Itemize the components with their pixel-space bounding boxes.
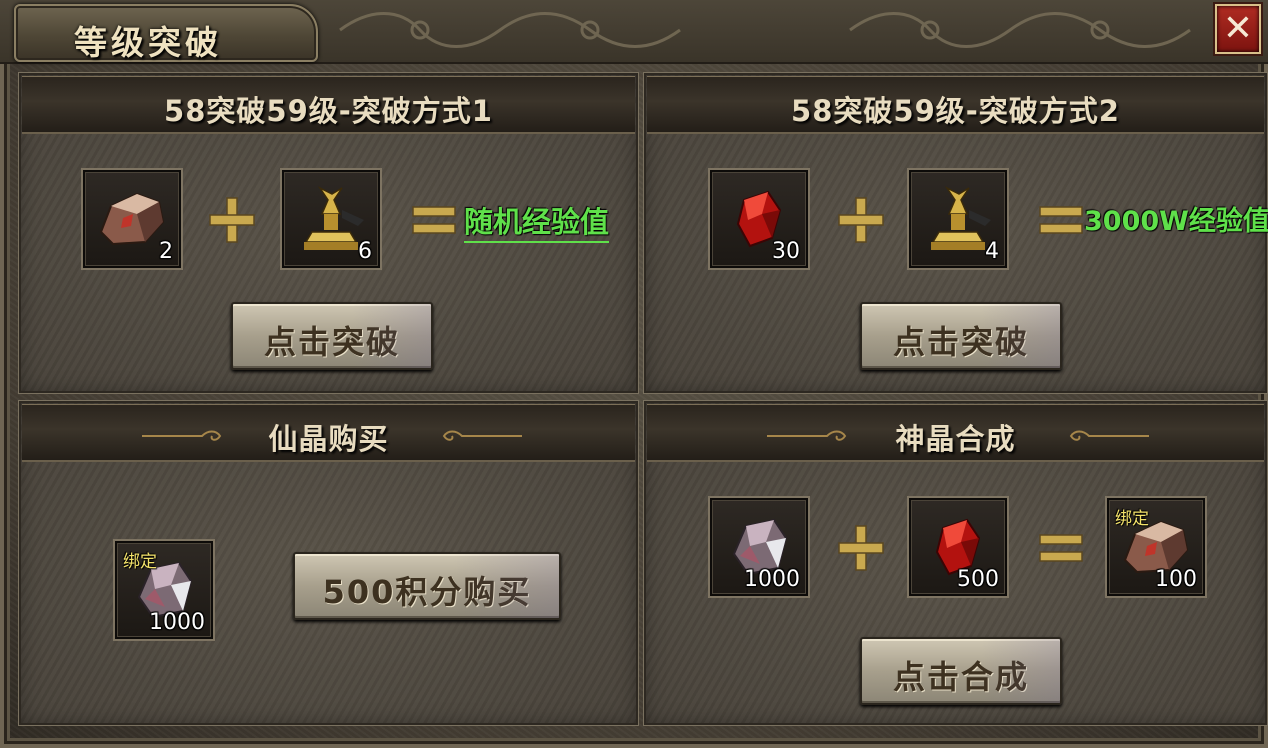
header-ornament-icon xyxy=(442,430,522,441)
window-title: 等级突破 xyxy=(74,23,222,62)
purchase-button[interactable]: 500积分购买 xyxy=(293,552,561,620)
item-count: 6 xyxy=(358,239,372,264)
synthesis-title: 神晶合成 xyxy=(895,422,1016,456)
method2-header: 58突破59级-突破方式2 xyxy=(647,76,1264,134)
method1-breakthrough-button[interactable]: 点击突破 xyxy=(231,302,433,370)
purchase-item-quartz[interactable]: 绑定 1000 xyxy=(115,541,213,639)
equals-icon xyxy=(412,206,456,234)
method2-panel: 58突破59级-突破方式2 30 4 3000W经验值 点击突破 xyxy=(643,72,1268,394)
purchase-panel: 仙晶购买 绑定 1000 500积分购买 xyxy=(18,400,639,726)
method1-item-trophy[interactable]: 6 xyxy=(282,170,380,268)
synthesis-result-item[interactable]: 绑定 100 xyxy=(1107,498,1205,596)
method1-title: 58突破59级-突破方式1 xyxy=(164,94,493,128)
bound-tag: 绑定 xyxy=(123,552,157,572)
scroll-ornament-icon xyxy=(339,12,1191,48)
method1-item-crystal[interactable]: 2 xyxy=(83,170,181,268)
item-count: 4 xyxy=(985,239,999,264)
plus-icon xyxy=(209,197,255,243)
method1-result-link[interactable]: 随机经验值 xyxy=(464,199,610,243)
breakthrough-window: 等级突破 ✕ 58突破59级-突破方式1 2 6 随机经验值 点击突破 58突破… xyxy=(0,0,1268,748)
item-count: 1000 xyxy=(744,567,800,592)
method2-title: 58突破59级-突破方式2 xyxy=(791,94,1120,128)
title-plate: 等级突破 xyxy=(14,4,318,62)
item-count: 30 xyxy=(772,239,800,264)
item-count: 500 xyxy=(957,567,999,592)
synthesis-button[interactable]: 点击合成 xyxy=(860,637,1062,705)
bound-tag: 绑定 xyxy=(1115,509,1149,529)
close-icon: ✕ xyxy=(1222,8,1254,49)
button-label: 500积分购买 xyxy=(322,573,532,611)
item-count: 2 xyxy=(159,239,173,264)
synthesis-item-gem[interactable]: 500 xyxy=(909,498,1007,596)
close-button[interactable]: ✕ xyxy=(1215,4,1261,54)
button-label: 点击突破 xyxy=(263,323,400,361)
plus-icon xyxy=(838,197,884,243)
purchase-title: 仙晶购买 xyxy=(268,422,389,456)
button-label: 点击突破 xyxy=(892,323,1029,361)
method2-item-gem[interactable]: 30 xyxy=(710,170,808,268)
equals-icon xyxy=(1039,534,1083,562)
synthesis-panel: 神晶合成 1000 500 绑定 100 点击合成 xyxy=(643,400,1268,726)
button-label: 点击合成 xyxy=(892,658,1029,696)
synthesis-item-quartz[interactable]: 1000 xyxy=(710,498,808,596)
method2-item-trophy[interactable]: 4 xyxy=(909,170,1007,268)
method1-panel: 58突破59级-突破方式1 2 6 随机经验值 点击突破 xyxy=(18,72,639,394)
synthesis-header: 神晶合成 xyxy=(647,404,1264,462)
method1-header: 58突破59级-突破方式1 xyxy=(22,76,635,134)
method2-result-text: 3000W经验值 xyxy=(1084,206,1268,237)
item-count: 1000 xyxy=(149,610,205,635)
equals-icon xyxy=(1039,206,1083,234)
item-count: 100 xyxy=(1155,567,1197,592)
purchase-header: 仙晶购买 xyxy=(22,404,635,462)
header-ornament-icon xyxy=(1069,430,1149,441)
plus-icon xyxy=(838,525,884,571)
method2-breakthrough-button[interactable]: 点击突破 xyxy=(860,302,1062,370)
title-bar: 等级突破 ✕ xyxy=(0,0,1268,64)
